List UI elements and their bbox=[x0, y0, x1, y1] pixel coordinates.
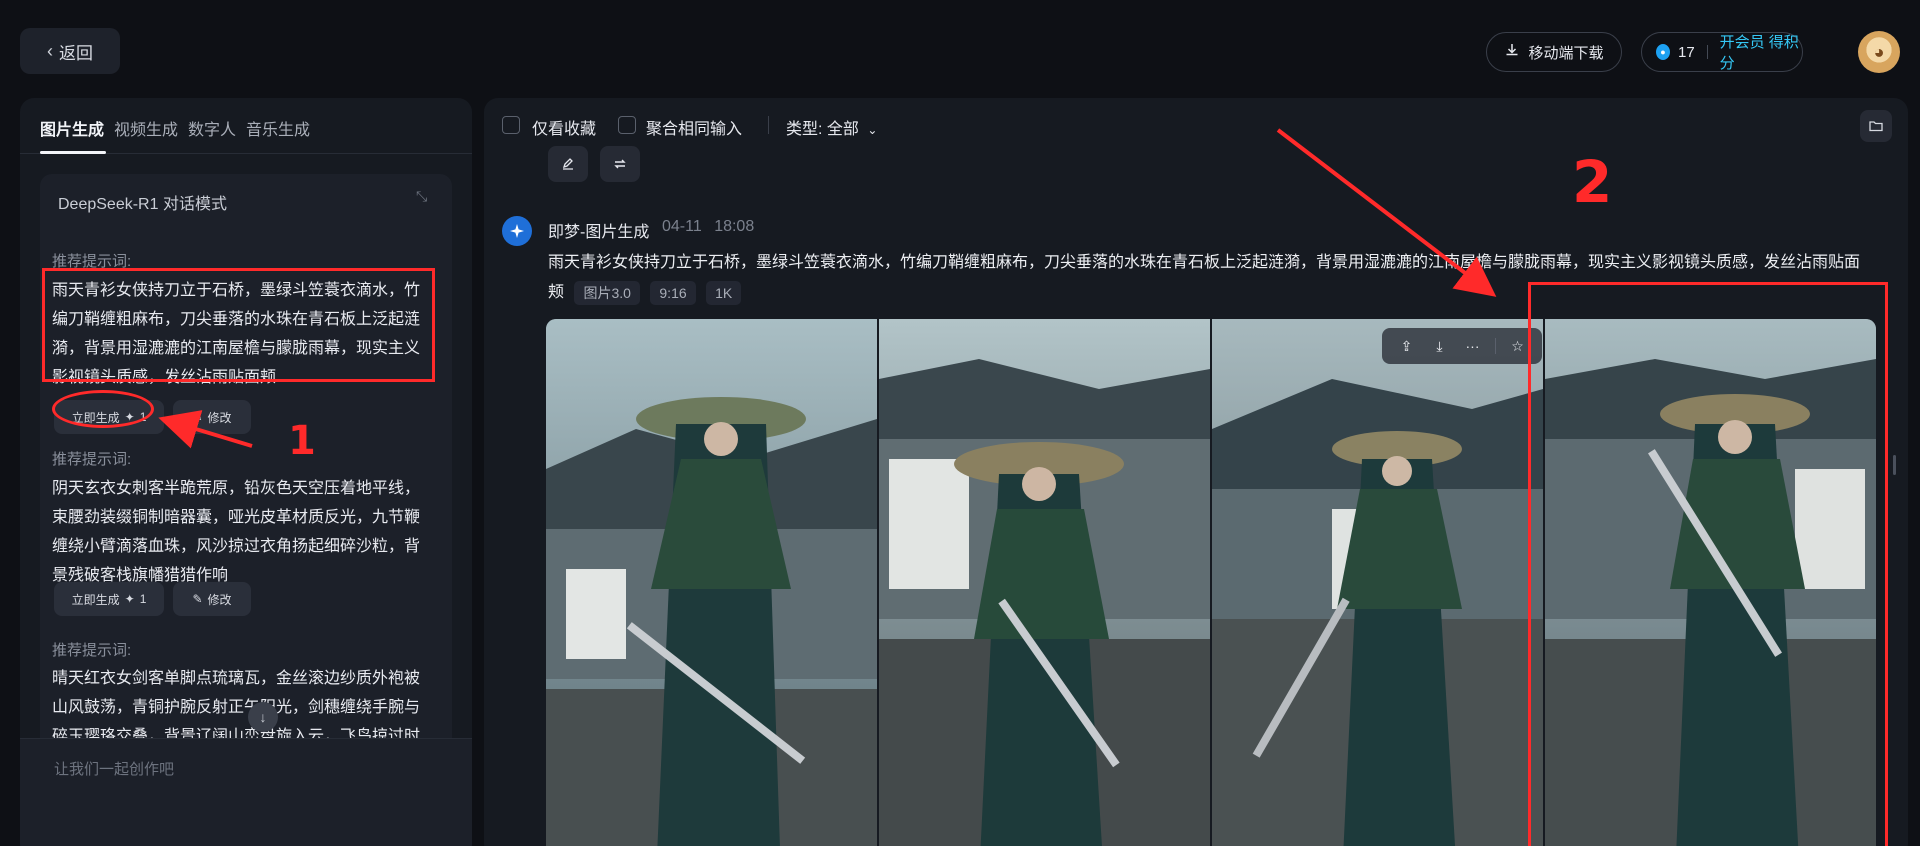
collapse-icon[interactable]: ⤡ bbox=[416, 188, 436, 208]
prompt-input-area[interactable] bbox=[20, 738, 472, 846]
tab-digital-human[interactable]: 数字人 bbox=[188, 116, 236, 140]
divider bbox=[1494, 338, 1496, 354]
tab-bar: 图片生成 视频生成 数字人 音乐生成 bbox=[20, 98, 472, 154]
generate-label: 立即生成 bbox=[71, 592, 120, 607]
regenerate-button[interactable] bbox=[600, 146, 640, 182]
annotation-number-1: 1 bbox=[288, 418, 316, 464]
mobile-download-button[interactable]: 移动端下载 bbox=[1486, 32, 1622, 72]
back-button[interactable]: ‹ 返回 bbox=[20, 28, 120, 74]
annotation-circle-generate bbox=[52, 390, 154, 428]
card-title: DeepSeek-R1 对话模式 bbox=[58, 196, 227, 213]
download-icon bbox=[1504, 42, 1520, 62]
image-hover-toolbar: ⇪ ⤓ ··· ☆ bbox=[1382, 328, 1542, 364]
sparkle-icon: ✦ bbox=[124, 592, 135, 606]
top-bar: ‹ 返回 移动端下载 ● 17 开会员 得积分 ◕ bbox=[0, 0, 1920, 96]
star-icon[interactable]: ☆ bbox=[1507, 335, 1529, 357]
more-icon[interactable]: ··· bbox=[1462, 335, 1484, 357]
prompt-input-placeholder[interactable]: 让我们一起创作吧 bbox=[54, 758, 174, 779]
tab-music-gen[interactable]: 音乐生成 bbox=[246, 116, 310, 140]
suggestion-label: 推荐提示词: bbox=[52, 642, 132, 659]
message-time: 18:08 bbox=[714, 218, 755, 235]
generated-image-1[interactable] bbox=[546, 319, 877, 846]
scroll-down-button[interactable]: ↓ bbox=[248, 702, 278, 732]
vip-link[interactable]: 开会员 得积分 bbox=[1720, 31, 1802, 73]
folder-icon bbox=[1869, 121, 1883, 132]
tab-image-gen[interactable]: 图片生成 bbox=[40, 116, 104, 140]
model-tag: 图片3.0 bbox=[574, 280, 640, 305]
generated-image-2[interactable] bbox=[879, 319, 1210, 846]
edit-icon-button[interactable] bbox=[548, 146, 588, 182]
message-timestamp: 04-11 18:08 bbox=[662, 218, 754, 236]
generate-now-button[interactable]: 立即生成 ✦ 1 bbox=[54, 582, 164, 616]
divider bbox=[1706, 45, 1708, 59]
panel-resize-handle[interactable] bbox=[1893, 455, 1896, 475]
edit-button[interactable]: ✎ 修改 bbox=[173, 582, 251, 616]
pencil-icon: ✎ bbox=[192, 592, 203, 606]
merge-label[interactable]: 聚合相同输入 bbox=[646, 115, 742, 139]
folder-button[interactable] bbox=[1860, 110, 1892, 142]
annotation-number-2: 2 bbox=[1572, 148, 1613, 216]
jimeng-logo-icon bbox=[502, 216, 532, 246]
avatar[interactable]: ◕ bbox=[1858, 31, 1900, 73]
points-count: 17 bbox=[1678, 43, 1695, 61]
merge-checkbox[interactable] bbox=[618, 116, 636, 134]
bot-name: 即梦-图片生成 bbox=[548, 224, 650, 241]
mobile-download-label: 移动端下载 bbox=[1528, 44, 1604, 62]
ratio-tag: 9:16 bbox=[650, 280, 696, 305]
favorites-checkbox[interactable] bbox=[502, 116, 520, 134]
tab-video-gen[interactable]: 视频生成 bbox=[114, 116, 178, 140]
cost-count: 1 bbox=[139, 592, 147, 606]
points-badge[interactable]: ● 17 开会员 得积分 bbox=[1641, 32, 1803, 72]
favorites-label[interactable]: 仅看收藏 bbox=[532, 115, 596, 139]
edit-label: 修改 bbox=[207, 592, 232, 607]
chevron-left-icon: ‹ bbox=[47, 40, 53, 61]
resolution-tag: 1K bbox=[706, 280, 742, 305]
back-label: 返回 bbox=[59, 43, 93, 63]
left-panel: 图片生成 视频生成 数字人 音乐生成 DeepSeek-R1 对话模式 ⤡ 推荐… bbox=[20, 98, 472, 846]
download-icon[interactable]: ⤓ bbox=[1429, 335, 1451, 357]
suggestion-text: 阴天玄衣女刺客半跪荒原，铅灰色天空压着地平线，束腰劲装缀铜制暗器囊，哑光皮革材质… bbox=[52, 480, 421, 584]
annotation-box-prompt bbox=[42, 268, 435, 382]
share-icon[interactable]: ⇪ bbox=[1396, 335, 1418, 357]
edit-button[interactable]: ✎ 修改 bbox=[173, 400, 251, 434]
message-date: 04-11 bbox=[662, 218, 702, 235]
points-coin-icon: ● bbox=[1656, 44, 1670, 60]
tab-underline bbox=[40, 151, 106, 154]
type-filter-dropdown[interactable]: 类型: 全部 ⌄ bbox=[786, 115, 877, 139]
annotation-box-image bbox=[1528, 282, 1888, 846]
refresh-icon bbox=[614, 159, 626, 169]
pencil-icon: ✎ bbox=[192, 410, 203, 424]
pencil-icon bbox=[562, 158, 573, 170]
chevron-down-icon: ⌄ bbox=[867, 123, 878, 137]
generated-image-3[interactable] bbox=[1212, 319, 1543, 846]
divider bbox=[768, 116, 769, 134]
suggestion-label: 推荐提示词: bbox=[52, 451, 132, 468]
type-filter-label: 类型: 全部 bbox=[786, 121, 859, 138]
edit-label: 修改 bbox=[207, 410, 232, 425]
